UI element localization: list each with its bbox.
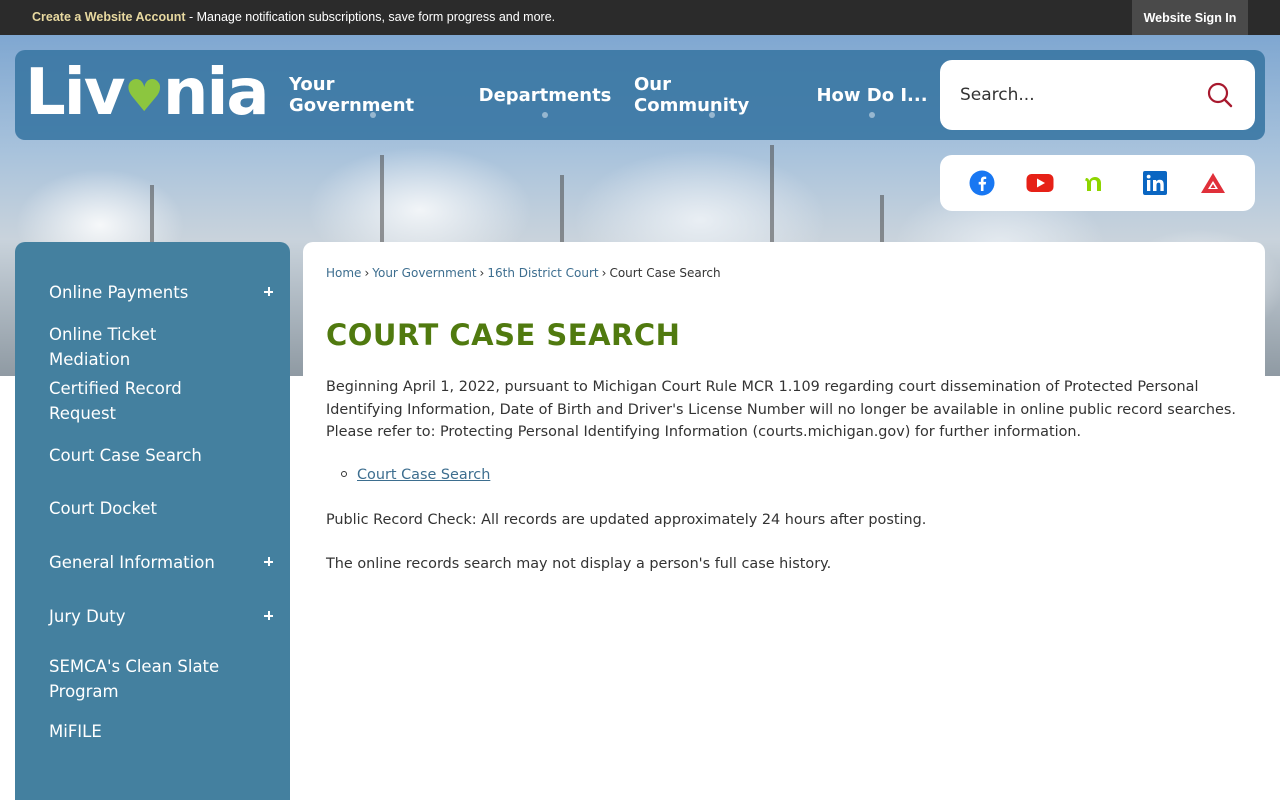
- breadcrumb-current: Court Case Search: [609, 266, 721, 280]
- main-nav: Your Government Departments Our Communit…: [276, 50, 941, 140]
- pii-notice-paragraph: Beginning April 1, 2022, pursuant to Mic…: [326, 379, 1236, 440]
- nav-indicator-dot: [369, 112, 376, 118]
- alert-icon[interactable]: [1198, 168, 1228, 198]
- sidebar-item-label: Online Payments: [49, 282, 189, 302]
- sidebar-item-label: Court Docket: [49, 498, 158, 518]
- sidebar-nav: Online Payments Online Ticket Mediation …: [15, 242, 290, 800]
- court-case-search-link[interactable]: Court Case Search: [357, 467, 490, 483]
- sidebar-item-mifile[interactable]: MiFILE: [15, 711, 290, 751]
- nav-how-do-i[interactable]: How Do I...: [803, 50, 941, 140]
- breadcrumb-home[interactable]: Home: [326, 266, 361, 280]
- site-header: Liv ♥ nia Your Government Departments Our …: [15, 50, 1265, 140]
- sidebar-item-label: Certified Record Request: [49, 379, 182, 423]
- nav-indicator-dot: [542, 112, 548, 118]
- expand-plus-icon[interactable]: [262, 285, 276, 299]
- nextdoor-icon[interactable]: [1082, 168, 1112, 198]
- youtube-icon[interactable]: [1025, 168, 1055, 198]
- sidebar-item-label: SEMCA's Clean Slate Program: [49, 657, 220, 701]
- search-box: [940, 60, 1255, 130]
- public-record-check-paragraph: Public Record Check: All records are upd…: [326, 512, 927, 528]
- sidebar-item-general-information[interactable]: General Information: [15, 539, 290, 585]
- sidebar-item-label: MiFILE: [49, 721, 102, 741]
- nav-label: How Do I...: [816, 84, 928, 106]
- search-icon[interactable]: [1205, 80, 1235, 110]
- sidebar-item-court-case-search[interactable]: Court Case Search: [15, 433, 290, 477]
- breadcrumb: Home › Your Government › 16th District Court…: [326, 266, 721, 280]
- logo-text-right: nia: [162, 56, 270, 130]
- search-input[interactable]: [960, 80, 1190, 110]
- expand-plus-icon[interactable]: [262, 555, 276, 569]
- top-bar: Create a Website Account - Manage notifi…: [0, 0, 1280, 35]
- heart-icon: ♥: [124, 71, 163, 122]
- breadcrumb-your-government[interactable]: Your Government: [372, 266, 476, 280]
- sidebar-item-label: General Information: [49, 552, 215, 572]
- nav-label: Departments: [478, 84, 612, 106]
- sidebar-item-label: Online Ticket Mediation: [49, 324, 157, 369]
- account-notice: Create a Website Account - Manage notifi…: [32, 10, 555, 24]
- nav-our-community[interactable]: Our Community: [621, 50, 803, 140]
- livonia-logo[interactable]: Liv ♥ nia: [25, 56, 270, 130]
- link-list: Court Case Search: [326, 464, 490, 486]
- social-links: [940, 155, 1255, 211]
- nav-label: Your Government: [289, 74, 415, 116]
- sidebar-item-label: Court Case Search: [49, 445, 202, 465]
- create-account-link[interactable]: Create a Website Account: [32, 10, 186, 24]
- page-title: COURT CASE SEARCH: [326, 318, 681, 352]
- sign-in-button[interactable]: Website Sign In: [1132, 0, 1248, 35]
- list-bullet: [341, 471, 347, 477]
- sidebar-item-jury-duty[interactable]: Jury Duty: [15, 585, 290, 647]
- nav-your-government[interactable]: Your Government: [276, 50, 469, 140]
- nav-label: Our Community: [634, 74, 750, 116]
- breadcrumb-16th-district-court[interactable]: 16th District Court: [487, 266, 598, 280]
- nav-departments[interactable]: Departments: [469, 50, 621, 140]
- case-history-note-paragraph: The online records search may not displa…: [326, 556, 832, 572]
- facebook-icon[interactable]: [967, 168, 997, 198]
- account-notice-text: - Manage notification subscriptions, sav…: [185, 10, 556, 24]
- main-content: Home › Your Government › 16th District Court…: [303, 242, 1265, 800]
- sidebar-item-online-ticket-mediation[interactable]: Online Ticket Mediation: [15, 324, 290, 369]
- sidebar-item-certified-record-request[interactable]: Certified Record Request: [15, 369, 290, 433]
- sidebar-item-label: Jury Duty: [49, 606, 126, 626]
- nav-indicator-dot: [709, 112, 715, 118]
- sidebar-item-court-docket[interactable]: Court Docket: [15, 477, 290, 539]
- sidebar-item-semca-clean-slate[interactable]: SEMCA's Clean Slate Program: [15, 647, 290, 711]
- expand-plus-icon[interactable]: [262, 609, 276, 623]
- linkedin-icon[interactable]: [1140, 168, 1170, 198]
- nav-indicator-dot: [869, 112, 875, 118]
- logo-text-left: Liv: [25, 56, 125, 130]
- sidebar-item-online-payments[interactable]: Online Payments: [15, 260, 290, 324]
